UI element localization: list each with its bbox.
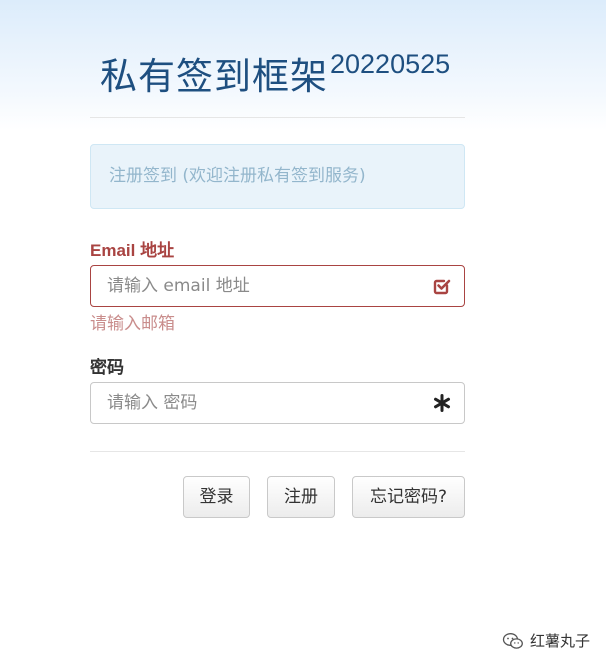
password-label: 密码 [90, 358, 124, 377]
checkmark-square-icon [433, 279, 451, 295]
watermark: 红薯丸子 [502, 630, 590, 651]
info-alert: 注册签到 (欢迎注册私有签到服务) [90, 144, 465, 209]
asterisk-icon [434, 394, 450, 412]
forgot-password-button[interactable]: 忘记密码? [352, 476, 465, 518]
alert-text: 注册签到 (欢迎注册私有签到服务) [109, 166, 366, 186]
page-title: 私有签到框架 [100, 55, 328, 98]
header-divider [90, 117, 465, 118]
password-field-group [90, 382, 465, 424]
version-label: 20220525 [330, 49, 451, 79]
email-label: Email 地址 [90, 241, 175, 260]
email-field-group [90, 265, 465, 307]
wechat-icon [502, 632, 523, 649]
watermark-text: 红薯丸子 [529, 632, 590, 650]
email-error-text: 请输入邮箱 [90, 314, 175, 334]
page-header: 私有签到框架20220525 [100, 46, 450, 100]
password-input[interactable] [91, 383, 411, 423]
register-button[interactable]: 注册 [267, 476, 335, 518]
login-button[interactable]: 登录 [183, 476, 250, 518]
form-divider [90, 451, 465, 452]
email-input[interactable] [91, 266, 411, 306]
